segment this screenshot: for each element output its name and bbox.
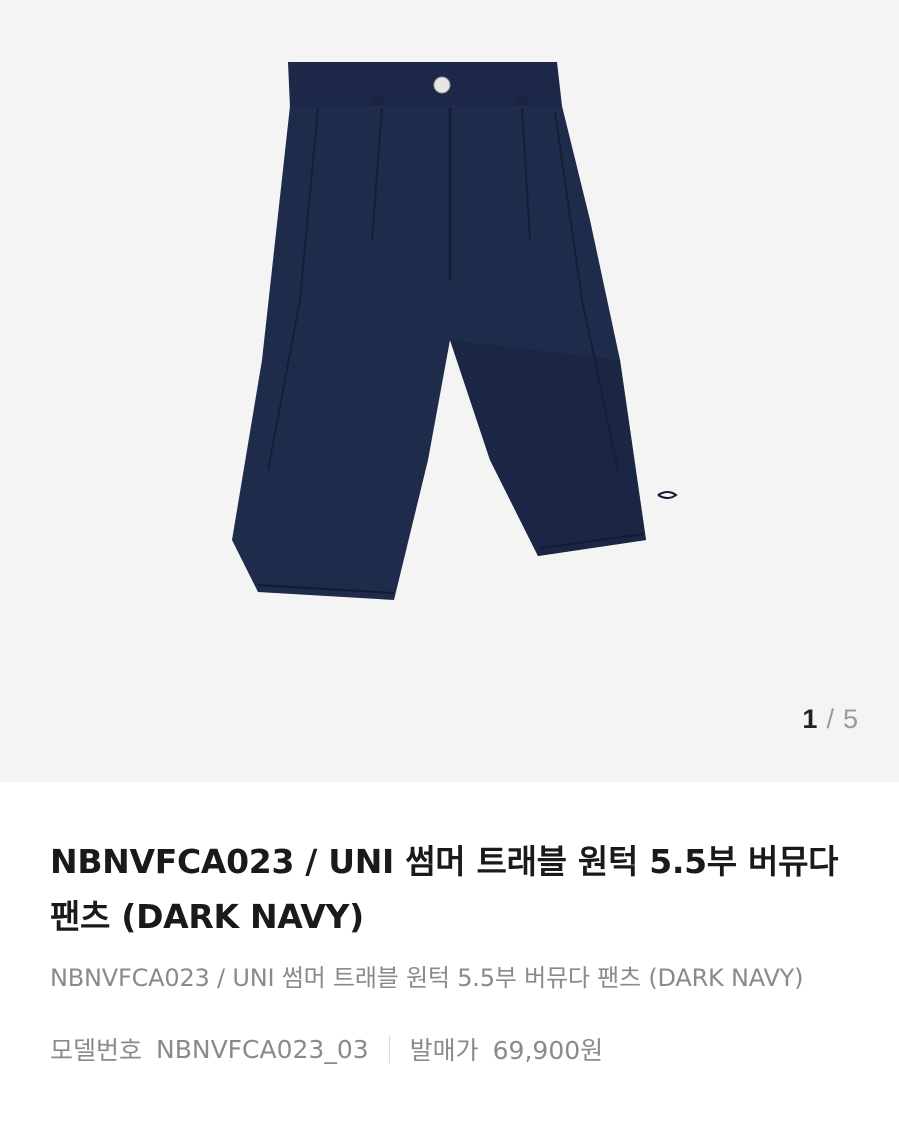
product-subtitle: NBNVFCA023 / UNI 썸머 트래블 원턱 5.5부 버뮤다 팬츠 (… [50,964,804,992]
release-price-value: 69,900원 [492,1036,604,1065]
model-number-value: NBNVFCA023_03 [156,1034,369,1064]
current-page: 1 [802,704,819,734]
model-number-label: 모델번호 [50,1036,143,1065]
shorts-right-leg [450,340,646,556]
product-image[interactable] [150,40,750,660]
image-page-indicator: 1/5 [802,704,859,735]
page-separator: / [826,704,835,734]
total-pages: 5 [842,704,859,734]
product-title: NBNVFCA023 / UNI 썸머 트래블 원턱 5.5부 버뮤다 팬츠 (… [50,842,839,936]
release-price-label: 발매가 [409,1036,479,1065]
logo-icon [657,491,678,499]
product-image-gallery[interactable]: 1/5 [0,0,899,782]
meta-divider [388,1035,390,1063]
product-meta: 모델번호 NBNVFCA023_03 발매가 69,900원 [50,1031,850,1067]
waist-button [433,76,451,94]
product-info: NBNVFCA023 / UNI 썸머 트래블 원턱 5.5부 버뮤다 팬츠 (… [50,782,850,1067]
